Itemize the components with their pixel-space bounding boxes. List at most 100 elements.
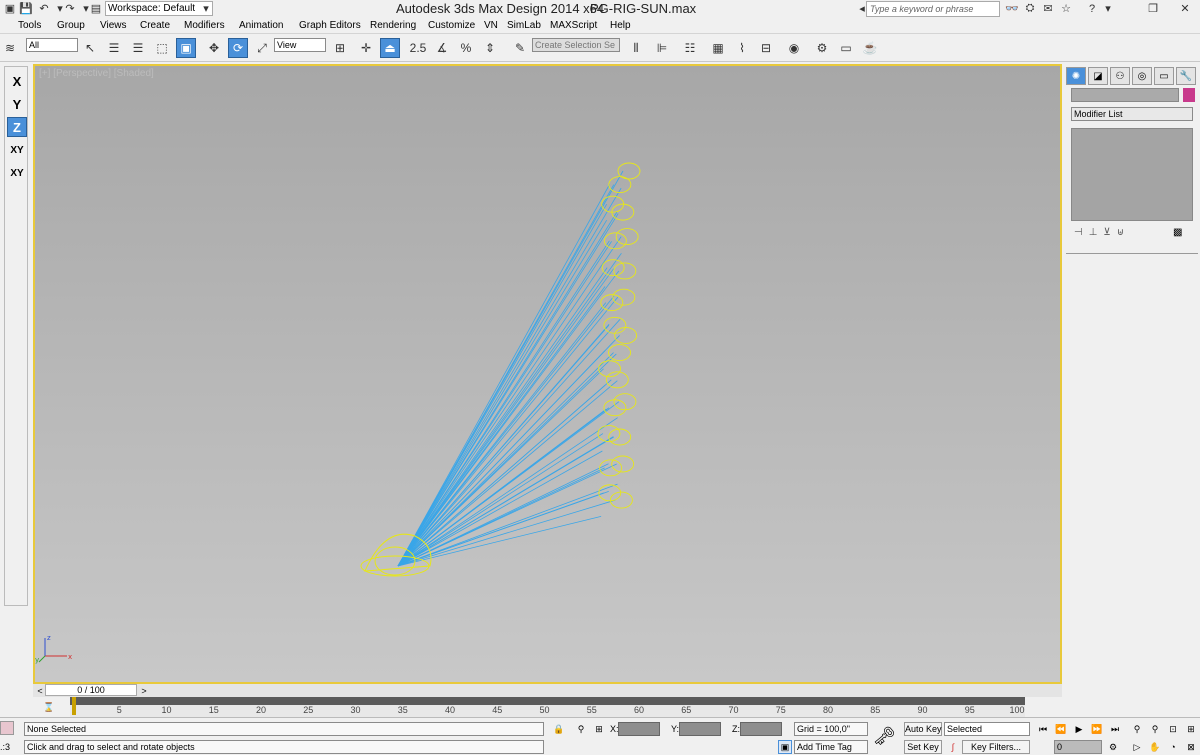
modifier-stack[interactable] (1071, 128, 1193, 221)
frame-ruler[interactable]: 5 10 15 20 25 30 35 40 45 50 55 60 65 70 75 80 85 90 95 100 (70, 705, 1025, 717)
undo-icon[interactable]: ↶ (36, 1, 52, 16)
scene-canvas[interactable]: x z y (35, 66, 1060, 682)
axis-y-button[interactable]: Y (7, 94, 27, 114)
lock-selection-icon[interactable]: 🔒 (552, 722, 566, 736)
schematic-view-icon[interactable]: ⊟ (756, 38, 776, 58)
workspace-chevron-icon[interactable]: ▾ (200, 1, 212, 16)
graphite-tools-icon[interactable]: ▦ (708, 38, 728, 58)
percent-snap-icon[interactable]: % (456, 38, 476, 58)
axis-xy-button[interactable]: XY (7, 140, 27, 160)
y-coord-field[interactable] (679, 722, 721, 736)
object-color-swatch[interactable] (1183, 88, 1195, 102)
keyboard-shortcut-icon[interactable]: ⏏ (380, 38, 400, 58)
menu-customize[interactable]: Customize (428, 20, 475, 31)
communication-icon[interactable]: ✉ (1040, 1, 1056, 16)
link-icon[interactable]: ≋ (0, 38, 20, 58)
select-object-icon[interactable]: ↖ (80, 38, 100, 58)
menu-tools[interactable]: Tools (18, 20, 41, 31)
save-icon[interactable]: 💾 (18, 1, 34, 16)
spinner-snap-icon[interactable]: ⇕ (480, 38, 500, 58)
z-coord-field[interactable] (740, 722, 782, 736)
menu-group[interactable]: Group (57, 20, 85, 31)
help-dropdown-icon[interactable]: ▾ (1100, 1, 1116, 16)
zoom-icon[interactable]: ⚲ (1130, 722, 1144, 736)
menu-rendering[interactable]: Rendering (370, 20, 416, 31)
zoom-extents-all-icon[interactable]: ⊞ (1184, 722, 1198, 736)
go-to-start-icon[interactable]: ⏮ (1036, 722, 1050, 736)
modifier-list-dropdown[interactable]: Modifier List (1071, 107, 1193, 121)
named-selection-dropdown[interactable]: Create Selection Se (532, 38, 620, 52)
subscription-icon[interactable]: ⛭ (1022, 1, 1038, 16)
previous-key-icon[interactable]: ⏪ (1054, 722, 1068, 736)
current-frame-marker[interactable] (72, 697, 76, 715)
material-editor-icon[interactable]: ◉ (784, 38, 804, 58)
binoculars-icon[interactable]: 👓 (1004, 1, 1020, 16)
menu-simlab[interactable]: SimLab (507, 20, 541, 31)
app-menu-icon[interactable]: ▣ (2, 1, 18, 16)
time-slider[interactable]: 0 / 100 (45, 684, 137, 696)
zoom-extents-icon[interactable]: ⊡ (1166, 722, 1180, 736)
menu-vn[interactable]: VN (484, 20, 498, 31)
search-input[interactable]: Type a keyword or phrase (866, 1, 1000, 17)
angle-snap-icon[interactable]: ∡ (432, 38, 452, 58)
absolute-mode-icon[interactable]: ⊞ (592, 722, 606, 736)
motion-tab-icon[interactable]: ◎ (1132, 67, 1152, 85)
key-filters-button[interactable]: Key Filters... (962, 740, 1030, 754)
time-tag-icon[interactable]: ▣ (778, 740, 792, 754)
axis-x-button[interactable]: X (7, 71, 27, 91)
render-teapot-icon[interactable]: ☕ (860, 38, 880, 58)
create-tab-icon[interactable]: ✺ (1066, 67, 1086, 85)
workspace-dropdown[interactable]: Workspace: Default (105, 1, 213, 16)
redo-icon[interactable]: ↷ (62, 1, 78, 16)
region-select-icon[interactable]: ⬚ (152, 38, 172, 58)
go-to-end-icon[interactable]: ⏭ (1108, 722, 1122, 736)
select-by-name-icon[interactable]: ☰ (104, 38, 124, 58)
set-key-button[interactable]: Set Key (904, 740, 942, 754)
window-crossing-icon[interactable]: ▣ (176, 38, 196, 58)
play-icon[interactable]: ▶ (1072, 722, 1086, 736)
next-key-icon[interactable]: ⏩ (1090, 722, 1104, 736)
project-folder-icon[interactable]: ▤ (88, 1, 104, 16)
axis-xy-cycle-button[interactable]: XY (7, 163, 27, 183)
render-setup-icon[interactable]: ⚙ (812, 38, 832, 58)
select-move-icon[interactable]: ✥ (204, 38, 224, 58)
menu-views[interactable]: Views (100, 20, 127, 31)
stack-controls-icon[interactable]: ⊣⊥⊻⊎ (1074, 227, 1130, 238)
edit-named-selection-icon[interactable]: ✎ (510, 38, 530, 58)
favorites-icon[interactable]: ☆ (1058, 1, 1074, 16)
pan-view-icon[interactable]: ✋ (1148, 740, 1162, 754)
selection-filter-dropdown[interactable]: All (26, 38, 78, 52)
axis-z-button[interactable]: Z (7, 117, 27, 137)
align-icon[interactable]: ⊫ (652, 38, 672, 58)
perspective-viewport[interactable]: [+] [Perspective] [Shaded] x z y (33, 64, 1062, 684)
menu-help[interactable]: Help (610, 20, 631, 31)
snap-toggle-icon[interactable]: 2.5 (408, 38, 428, 58)
restore-window-icon[interactable]: ❐ (1145, 1, 1161, 16)
menu-modifiers[interactable]: Modifiers (184, 20, 225, 31)
x-coord-field[interactable] (618, 722, 660, 736)
isolate-selection-icon[interactable]: ⚲ (574, 722, 588, 736)
manipulate-icon[interactable]: ✛ (356, 38, 376, 58)
key-mode-dropdown[interactable]: Selected (944, 722, 1030, 736)
select-scale-icon[interactable]: ⤢ (252, 38, 272, 58)
time-configuration-icon[interactable]: ⚙ (1106, 740, 1120, 754)
set-keys-key-icon[interactable]: 🗝 (873, 726, 896, 747)
next-frame-icon[interactable]: > (137, 684, 151, 698)
modify-tab-icon[interactable]: ◪ (1088, 67, 1108, 85)
hierarchy-tab-icon[interactable]: ⚇ (1110, 67, 1130, 85)
menu-maxscript[interactable]: MAXScript (550, 20, 597, 31)
field-of-view-icon[interactable]: ▷ (1130, 740, 1144, 754)
mini-curve-editor-icon[interactable]: ⌛ (42, 700, 56, 714)
object-name-field[interactable] (1071, 88, 1179, 102)
select-rotate-icon[interactable]: ⟳ (228, 38, 248, 58)
mirror-icon[interactable]: ⫴ (626, 38, 646, 58)
add-time-tag-button[interactable]: Add Time Tag (794, 740, 868, 754)
auto-key-button[interactable]: Auto Key (904, 722, 942, 736)
display-tab-icon[interactable]: ▭ (1154, 67, 1174, 85)
reference-coord-dropdown[interactable]: View (274, 38, 326, 52)
configure-modifier-sets-icon[interactable]: ▩ (1173, 227, 1182, 238)
script-mini-listener[interactable]: .:3 (0, 742, 10, 752)
curve-editor-icon[interactable]: ⌇ (732, 38, 752, 58)
menu-graph-editors[interactable]: Graph Editors (299, 20, 361, 31)
pivot-center-icon[interactable]: ⊞ (330, 38, 350, 58)
